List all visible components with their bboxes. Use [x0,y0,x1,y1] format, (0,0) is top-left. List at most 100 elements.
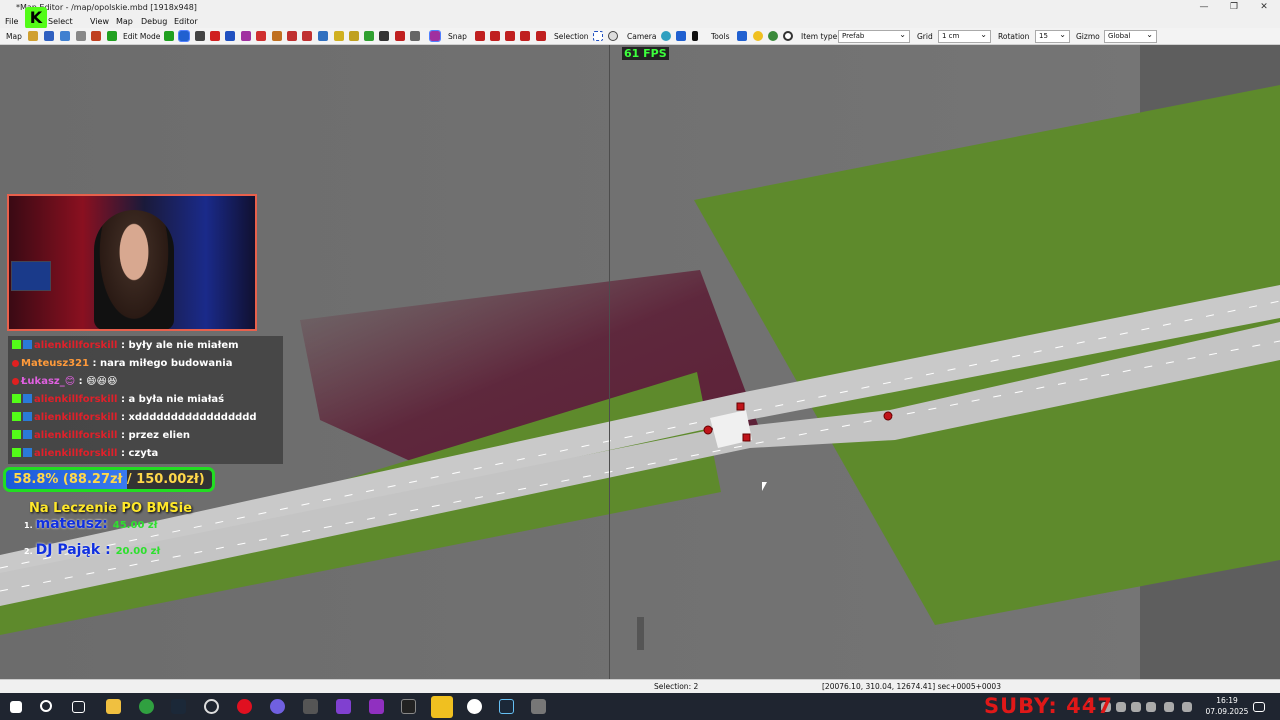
gizmo-handle[interactable] [637,617,644,650]
chat-text: : nara miłego budowania [92,358,233,369]
node-marker-2[interactable] [883,411,893,421]
magnet-4-icon[interactable] [520,31,530,41]
building-icon[interactable] [349,31,359,41]
minimize-icon[interactable]: — [1188,0,1220,15]
vehicle-icon[interactable] [395,31,405,41]
cursor-coordinates: [20076.10, 310.04, 12674.41] sec+0005+00… [822,682,1001,691]
file-explorer-icon[interactable] [106,699,121,714]
flag-icon[interactable] [256,31,266,41]
toolbar: Map Edit Mode Snap Selection Camera Tool… [0,28,1280,45]
webcam-monitor [11,261,51,291]
rotation-label: Rotation [998,32,1030,41]
kick-badge-icon [12,412,21,421]
search-taskbar-icon[interactable] [40,700,52,712]
menu-view[interactable]: View [90,15,109,28]
open-icon[interactable] [28,31,38,41]
save-all-icon[interactable] [60,31,70,41]
road-icon[interactable] [241,31,251,41]
move-icon[interactable] [178,30,190,42]
donor-rank: 2. [24,547,33,556]
snap-icon[interactable] [429,30,441,42]
sun-icon[interactable] [753,31,763,41]
chat-message: Mateusz321 : nara miłego budowania [12,356,232,372]
chat-username: Mateusz321 [21,358,90,369]
mouse-cursor-icon [762,482,767,491]
traffic-icon[interactable] [379,31,389,41]
chat-message: alienkillforskill : xddddddddddddddddd [12,410,257,426]
steam-2-icon[interactable] [499,699,514,714]
rect-select-icon[interactable] [593,31,603,41]
gear-icon[interactable] [768,31,778,41]
lamp-icon[interactable] [334,31,344,41]
visual-studio-icon[interactable] [336,699,351,714]
map-editor-taskbar-icon[interactable] [531,699,546,714]
save-icon[interactable] [44,31,54,41]
obs-icon[interactable] [204,699,219,714]
notifications-icon[interactable] [1253,702,1265,712]
window-titlebar: *Map Editor - /map/opolskie.mbd [1918x94… [0,0,1280,15]
play-icon[interactable] [107,31,117,41]
menu-debug[interactable]: Debug [141,15,167,28]
viewport-divider[interactable] [609,45,610,679]
tree-icon[interactable] [364,31,374,41]
grid-label: Grid [917,32,933,41]
gizmo-select[interactable]: Global [1104,29,1157,43]
grid-tool-icon[interactable] [737,31,747,41]
terrain-icon[interactable] [410,31,420,41]
magnet-3-icon[interactable] [505,31,515,41]
wifi-icon[interactable] [1182,702,1192,712]
discord-icon[interactable] [270,699,285,714]
magnet-2-icon[interactable] [490,31,500,41]
delete-icon[interactable] [210,31,220,41]
refresh-icon[interactable] [318,31,328,41]
magnet-1-icon[interactable] [475,31,485,41]
windows-start-icon[interactable] [10,701,22,713]
chat-text: : były ale nie miałem [120,340,239,351]
sign-icon[interactable] [272,31,282,41]
export-icon[interactable] [91,31,101,41]
menu-select[interactable]: Select [48,15,73,28]
close-icon[interactable]: ✕ [1248,0,1280,15]
donor-rank: 1. [24,521,33,530]
node-marker-4[interactable] [742,433,751,442]
maximize-icon[interactable]: ❐ [1218,0,1250,15]
app-purple-icon[interactable] [369,699,384,714]
task-view-icon[interactable] [72,701,85,713]
lasso-icon[interactable] [608,31,618,41]
print-icon[interactable] [76,31,86,41]
menu-file[interactable]: File [5,15,18,28]
opera-icon[interactable] [237,699,252,714]
camera-fly-icon[interactable] [676,31,686,41]
pause-icon[interactable] [692,31,698,41]
item-type-select[interactable]: Prefab [838,29,910,43]
volume-icon[interactable] [1164,702,1174,712]
epic-games-icon[interactable] [401,699,416,714]
rotation-select[interactable]: 15 [1035,29,1070,43]
selection-count: Selection: 2 [654,682,699,691]
app-icon[interactable] [303,699,318,714]
swap-icon[interactable] [195,31,205,41]
grid-select[interactable]: 1 cm [938,29,991,43]
network-icon[interactable] [1146,702,1156,712]
rotate-left-icon[interactable] [287,31,297,41]
chat-overlay: alienkillforskill : były ale nie miałem … [8,336,283,464]
system-clock[interactable]: 16:19 07.09.2025 [1202,695,1252,717]
tray-app-icon[interactable] [1116,702,1126,712]
node-marker-3[interactable] [736,402,745,411]
chrome-icon[interactable] [139,699,154,714]
properties-icon[interactable] [225,31,235,41]
map-viewport[interactable]: 61 FPS alienkillforskill : były ale nie … [0,45,1280,679]
rotate-right-icon[interactable] [302,31,312,41]
menu-editor[interactable]: Editor [174,15,198,28]
sticky-notes-icon[interactable] [431,696,453,718]
tray-app-icon[interactable] [1131,702,1141,712]
camera-orbit-icon[interactable] [661,31,671,41]
search-icon[interactable] [783,31,793,41]
add-icon[interactable] [164,31,174,41]
node-marker-1[interactable] [703,425,713,435]
menu-map[interactable]: Map [116,15,133,28]
edit-mode-label: Edit Mode [123,32,161,41]
magnet-5-icon[interactable] [536,31,546,41]
steam-icon[interactable] [171,699,186,714]
app-white-icon[interactable] [467,699,482,714]
